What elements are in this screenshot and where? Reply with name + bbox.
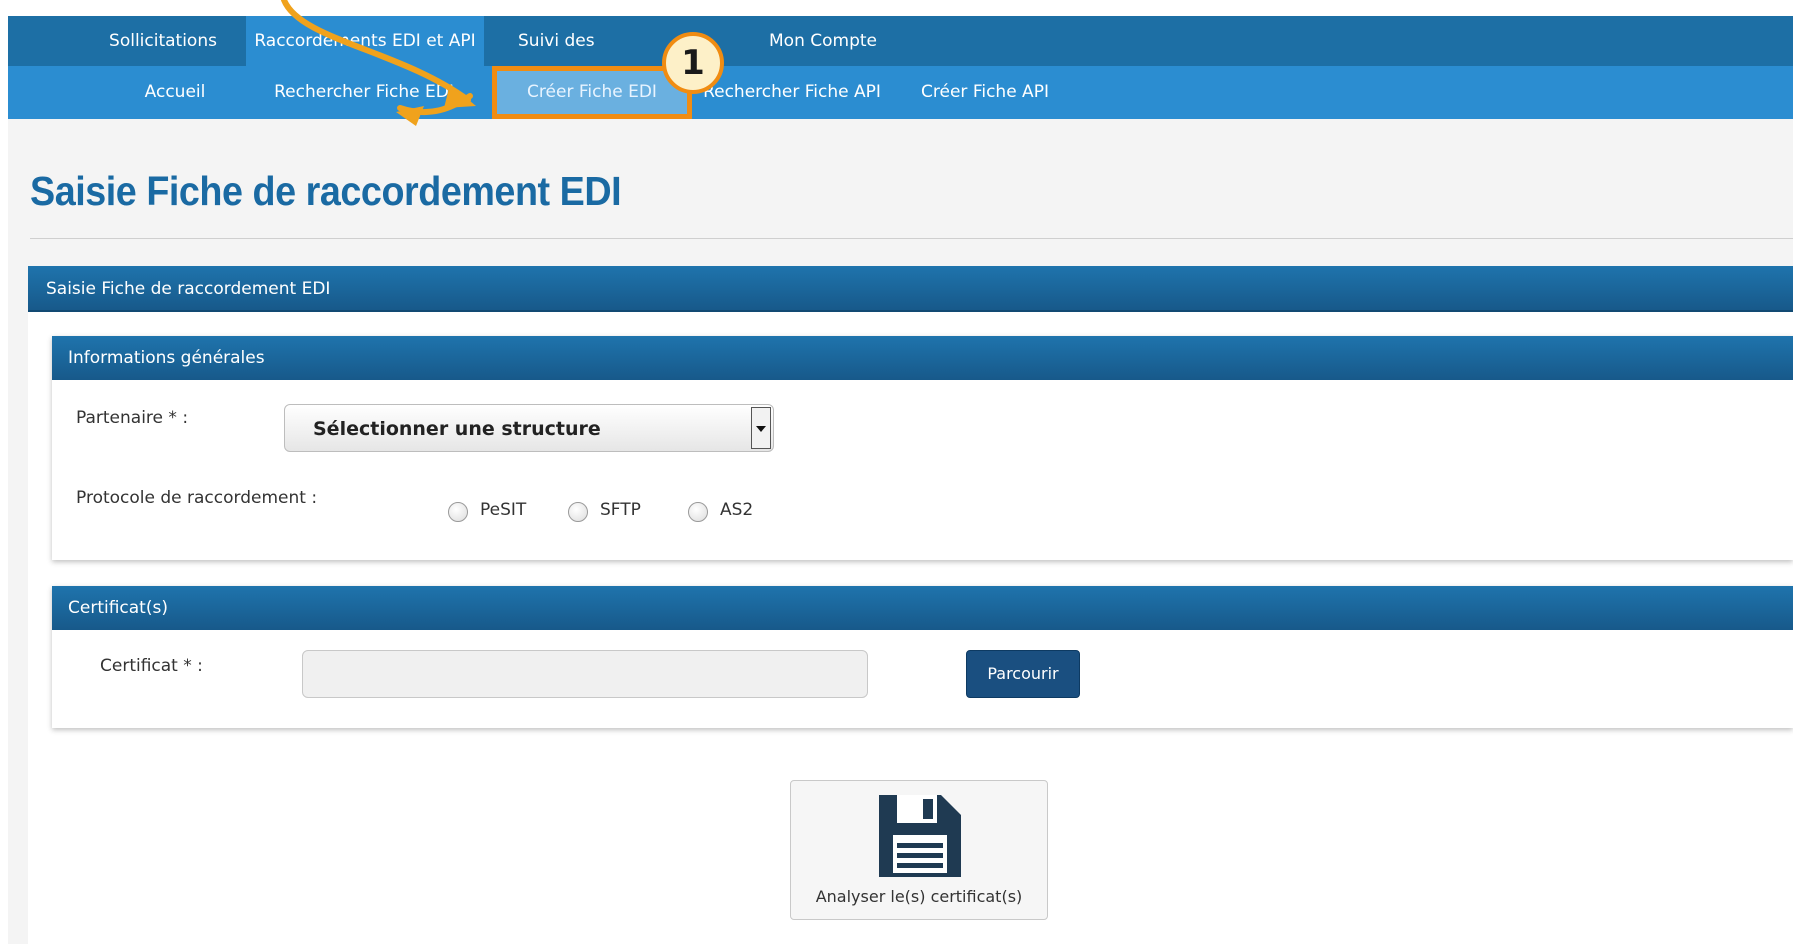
certificate-file-input[interactable] [302, 650, 868, 698]
radio-sftp-label[interactable]: SFTP [600, 500, 641, 520]
certificate-label: Certificat * : [100, 656, 203, 676]
main-nav: Sollicitations émises Raccordements EDI … [8, 16, 1793, 101]
main-nav-item-suivi[interactable]: Suivi des [484, 16, 616, 66]
sub-nav-item-creer-fiche-api[interactable]: Créer Fiche API [912, 66, 1058, 119]
general-info-header: Informations générales [52, 336, 1793, 380]
form-panel-header: Saisie Fiche de raccordement EDI [28, 266, 1793, 312]
main-nav-item-sollicitations[interactable]: Sollicitations émises [80, 16, 246, 101]
certificates-header: Certificat(s) [52, 586, 1793, 630]
sub-nav-item-creer-fiche-edi[interactable]: Créer Fiche EDI [492, 66, 692, 119]
certificates-panel: Certificat(s) Certificat * : Parcourir [52, 586, 1793, 728]
radio-pesit[interactable] [448, 502, 468, 522]
radio-pesit-label[interactable]: PeSIT [480, 500, 526, 520]
sub-nav-item-rechercher-fiche-edi[interactable]: Rechercher Fiche EDI [270, 66, 458, 119]
save-icon [879, 795, 961, 877]
left-margin [0, 0, 8, 944]
partner-select[interactable]: Sélectionner une structure [284, 404, 774, 452]
analyze-label: Analyser le(s) certificat(s) [815, 887, 1023, 906]
browse-button[interactable]: Parcourir [966, 650, 1080, 698]
main-nav-item-mon-compte[interactable]: Mon Compte [760, 16, 886, 66]
top-margin [0, 0, 1793, 16]
radio-as2[interactable] [688, 502, 708, 522]
app-window: Sollicitations émises Raccordements EDI … [0, 0, 1793, 944]
radio-as2-label[interactable]: AS2 [720, 500, 753, 520]
page-title: Saisie Fiche de raccordement EDI [30, 168, 622, 214]
protocol-label: Protocole de raccordement : [76, 488, 318, 508]
analyze-certificates-button[interactable]: Analyser le(s) certificat(s) [790, 780, 1048, 920]
partner-select-value: Sélectionner une structure [313, 418, 601, 440]
partner-label: Partenaire * : [76, 408, 189, 428]
title-divider [30, 238, 1793, 239]
chevron-down-icon[interactable] [751, 407, 771, 449]
sub-nav: Accueil Rechercher Fiche EDI Créer Fiche… [8, 66, 1793, 119]
sub-nav-item-accueil[interactable]: Accueil [124, 66, 226, 119]
radio-sftp[interactable] [568, 502, 588, 522]
main-nav-item-raccordements[interactable]: Raccordements EDI et API [246, 16, 484, 66]
general-info-panel: Informations générales Partenaire * : Sé… [52, 336, 1793, 560]
step-number-badge: 1 [662, 32, 724, 94]
